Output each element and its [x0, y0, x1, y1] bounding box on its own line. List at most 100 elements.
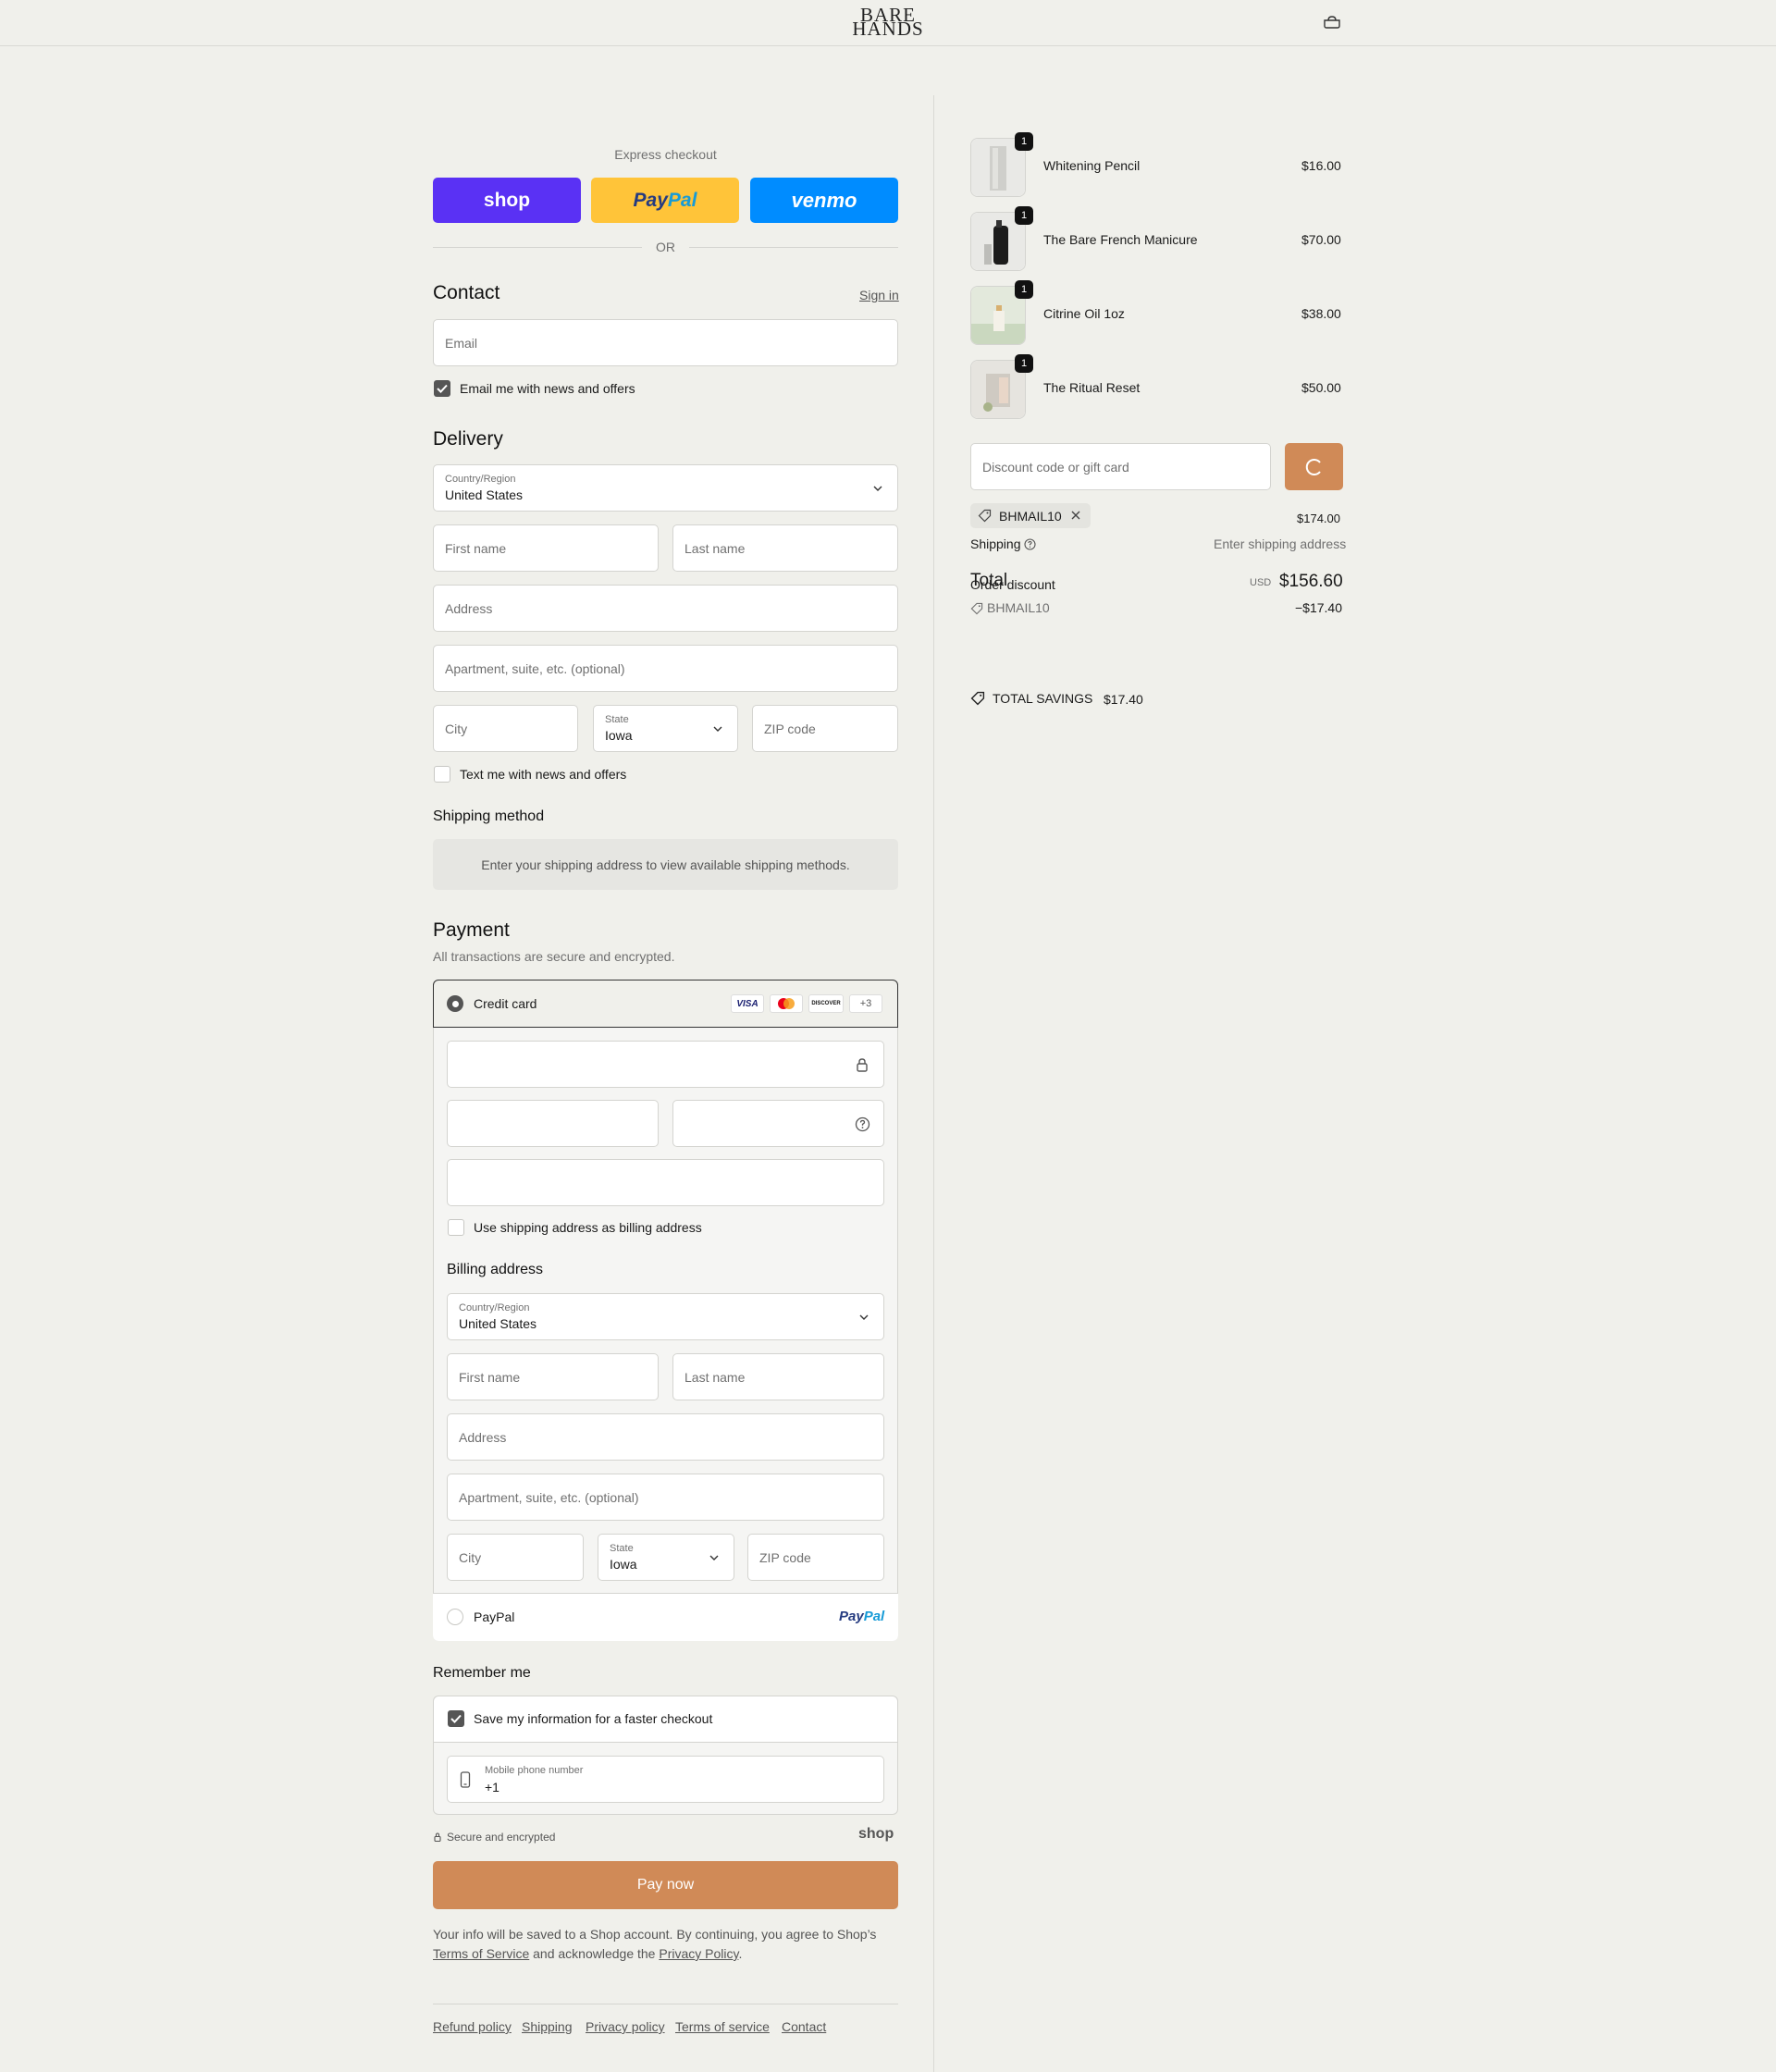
- credit-card-label: Credit card: [474, 996, 537, 1011]
- paypal-option-label: PayPal: [474, 1610, 515, 1624]
- remember-me-title: Remember me: [433, 1665, 531, 1681]
- lock-icon: [434, 1832, 441, 1842]
- product-name: Citrine Oil 1oz: [1043, 306, 1125, 321]
- billing-address-title: Billing address: [447, 1262, 544, 1277]
- billing-address-field[interactable]: Address: [447, 1413, 884, 1461]
- logo-line-2: HANDS: [852, 18, 924, 40]
- footer-contact-link[interactable]: Contact: [782, 2019, 826, 2034]
- mastercard-logo: [770, 994, 803, 1013]
- discover-logo: DISCOVER: [808, 994, 844, 1013]
- total-value: $156.60: [1279, 572, 1343, 591]
- close-icon[interactable]: [1070, 510, 1081, 521]
- zip-placeholder: ZIP code: [764, 721, 816, 736]
- delivery-title: Delivery: [433, 428, 503, 450]
- help-icon[interactable]: [1024, 538, 1036, 550]
- email-field[interactable]: Email: [433, 319, 898, 366]
- billing-country-select[interactable]: Country/Region United States: [447, 1293, 884, 1340]
- shop-pay-button[interactable]: shop: [433, 178, 581, 223]
- billing-last-name-field[interactable]: Last name: [672, 1353, 884, 1400]
- footer-privacy-link[interactable]: Privacy policy: [586, 2019, 665, 2034]
- city-placeholder: City: [445, 721, 468, 736]
- save-info-checkbox[interactable]: [448, 1710, 464, 1727]
- payment-title: Payment: [433, 919, 510, 941]
- expiration-field[interactable]: [447, 1100, 659, 1147]
- venmo-button[interactable]: venmo: [750, 178, 898, 223]
- credit-card-radio[interactable]: [447, 995, 463, 1012]
- secure-label: Secure and encrypted: [447, 1831, 556, 1844]
- billing-state-label: State: [610, 1543, 634, 1554]
- pay-now-button[interactable]: Pay now: [433, 1861, 898, 1909]
- country-value: United States: [445, 487, 524, 502]
- billing-apartment-field[interactable]: Apartment, suite, etc. (optional): [447, 1474, 884, 1521]
- shipping-method-notice: Enter your shipping address to view avai…: [433, 839, 898, 890]
- paypal-logo: PayPal: [839, 1609, 884, 1624]
- footer-refund-link[interactable]: Refund policy: [433, 2019, 512, 2034]
- billing-country-value: United States: [459, 1316, 537, 1331]
- chevron-down-icon: [709, 1555, 719, 1560]
- quantity-badge: 1: [1015, 206, 1033, 225]
- product-price: $38.00: [1301, 306, 1341, 321]
- billing-apartment-placeholder: Apartment, suite, etc. (optional): [459, 1489, 639, 1505]
- billing-city-field[interactable]: City: [447, 1534, 584, 1581]
- card-number-field[interactable]: [447, 1041, 884, 1088]
- apply-discount-button[interactable]: [1285, 443, 1343, 490]
- save-info-label: Save my information for a faster checkou…: [474, 1711, 713, 1726]
- billing-first-name-field[interactable]: First name: [447, 1353, 659, 1400]
- terms-link[interactable]: Terms of Service: [433, 1946, 529, 1961]
- discount-placeholder: Discount code or gift card: [982, 459, 1129, 475]
- column-divider: [933, 95, 934, 2072]
- currency-code: USD: [1250, 577, 1272, 588]
- bag-icon[interactable]: [1323, 16, 1341, 29]
- billing-state-select[interactable]: State Iowa: [598, 1534, 734, 1581]
- discount-code-label: BHMAIL10: [987, 600, 1050, 615]
- name-on-card-field[interactable]: [447, 1159, 884, 1206]
- sms-checkbox[interactable]: [434, 766, 450, 783]
- address-field[interactable]: Address: [433, 585, 898, 632]
- phone-label: Mobile phone number: [485, 1765, 584, 1776]
- discount-value: −$17.40: [1295, 600, 1342, 615]
- express-checkout-title: Express checkout: [614, 147, 717, 162]
- privacy-link[interactable]: Privacy Policy: [659, 1946, 738, 1961]
- chevron-down-icon: [873, 486, 882, 491]
- state-select[interactable]: State Iowa: [593, 705, 738, 752]
- discount-code-field[interactable]: Discount code or gift card: [970, 443, 1271, 490]
- chevron-down-icon: [713, 726, 722, 732]
- footer-terms-link[interactable]: Terms of service: [675, 2019, 770, 2034]
- billing-first-name-placeholder: First name: [459, 1369, 521, 1385]
- sign-in-link[interactable]: Sign in: [859, 288, 899, 302]
- email-placeholder: Email: [445, 335, 478, 351]
- payment-subtitle: All transactions are secure and encrypte…: [433, 949, 675, 964]
- use-shipping-checkbox[interactable]: [448, 1219, 464, 1236]
- paypal-express-button[interactable]: Pay Pal: [591, 178, 739, 223]
- quantity-badge: 1: [1015, 354, 1033, 373]
- product-price: $70.00: [1301, 232, 1341, 247]
- last-name-field[interactable]: Last name: [672, 524, 898, 572]
- sms-label: Text me with news and offers: [460, 767, 627, 782]
- apartment-placeholder: Apartment, suite, etc. (optional): [445, 660, 625, 676]
- visa-logo: VISA: [731, 994, 764, 1013]
- store-logo[interactable]: BARE HANDS: [828, 6, 948, 40]
- billing-zip-field[interactable]: ZIP code: [747, 1534, 884, 1581]
- tag-icon: [970, 602, 983, 615]
- phone-value: +1: [485, 1780, 500, 1794]
- security-code-field[interactable]: [672, 1100, 884, 1147]
- help-icon[interactable]: [855, 1116, 870, 1132]
- paypal-radio[interactable]: [447, 1609, 463, 1625]
- product-name: Whitening Pencil: [1043, 158, 1141, 173]
- lock-icon: [857, 1058, 868, 1072]
- country-select[interactable]: Country/Region United States: [433, 464, 898, 512]
- order-discount-label: Order discount: [970, 577, 1055, 592]
- city-field[interactable]: City: [433, 705, 578, 752]
- legal-line: Your info will be saved to a Shop accoun…: [433, 1927, 877, 1942]
- legal-middle: and acknowledge the: [533, 1946, 656, 1961]
- zip-field[interactable]: ZIP code: [752, 705, 898, 752]
- apartment-field[interactable]: Apartment, suite, etc. (optional): [433, 645, 898, 692]
- product-name: The Ritual Reset: [1043, 380, 1141, 395]
- mobile-phone-field[interactable]: Mobile phone number +1: [447, 1756, 884, 1803]
- first-name-field[interactable]: First name: [433, 524, 659, 572]
- footer-shipping-link[interactable]: Shipping: [522, 2019, 573, 2034]
- phone-icon: [460, 1771, 471, 1788]
- billing-last-name-placeholder: Last name: [684, 1369, 746, 1385]
- legal-text: Your info will be saved to a Shop accoun…: [433, 1925, 898, 1964]
- newsletter-checkbox[interactable]: [434, 380, 450, 397]
